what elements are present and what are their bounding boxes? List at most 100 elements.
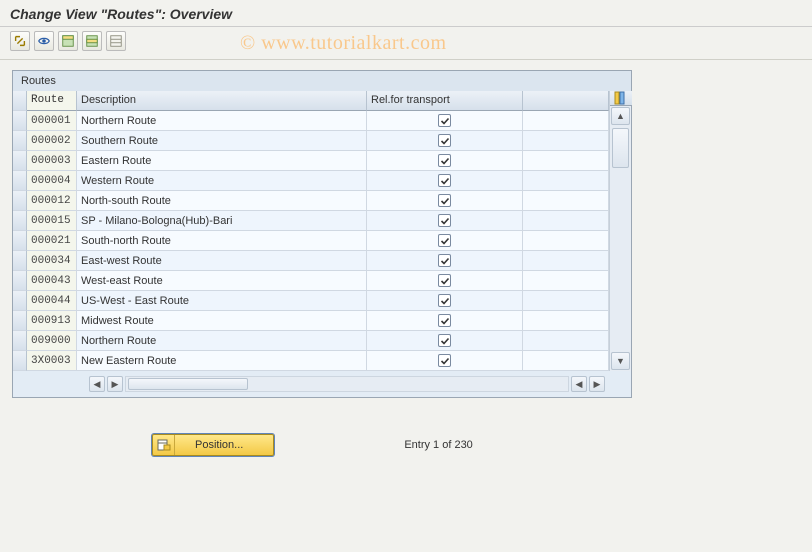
table-row[interactable]: 000021South-north Route [13, 231, 609, 251]
cell-rel-transport[interactable] [367, 131, 523, 151]
col-header-rel-transport[interactable]: Rel.for transport [367, 91, 523, 111]
checkbox-rel-transport[interactable] [438, 174, 451, 187]
cell-route[interactable]: 000913 [27, 311, 77, 331]
row-selector[interactable] [13, 151, 27, 171]
table-row[interactable]: 000002Southern Route [13, 131, 609, 151]
cell-rel-transport[interactable] [367, 291, 523, 311]
scroll-up-icon[interactable]: ▲ [611, 107, 630, 125]
horizontal-scrollbar[interactable]: ◀ ▶ ◀ ▶ [25, 375, 605, 393]
scroll-left-icon[interactable]: ▶ [107, 376, 123, 392]
table-row[interactable]: 000043West-east Route [13, 271, 609, 291]
cell-description[interactable]: North-south Route [77, 191, 367, 211]
table-row[interactable]: 000034East-west Route [13, 251, 609, 271]
row-selector[interactable] [13, 271, 27, 291]
position-button[interactable]: Position... [152, 434, 274, 456]
checkbox-rel-transport[interactable] [438, 134, 451, 147]
row-selector[interactable] [13, 191, 27, 211]
cell-route[interactable]: 000043 [27, 271, 77, 291]
vscroll-track[interactable] [610, 126, 631, 351]
cell-description[interactable]: SP - Milano-Bologna(Hub)-Bari [77, 211, 367, 231]
toolbar-other-view-button[interactable] [10, 31, 30, 51]
cell-description[interactable]: West-east Route [77, 271, 367, 291]
hscroll-thumb[interactable] [128, 378, 248, 390]
checkbox-rel-transport[interactable] [438, 334, 451, 347]
col-header-route[interactable]: Route [27, 91, 77, 111]
cell-rel-transport[interactable] [367, 251, 523, 271]
cell-route[interactable]: 000001 [27, 111, 77, 131]
hscroll-track[interactable] [125, 376, 569, 392]
cell-description[interactable]: Northern Route [77, 331, 367, 351]
checkbox-rel-transport[interactable] [438, 354, 451, 367]
cell-description[interactable]: US-West - East Route [77, 291, 367, 311]
row-selector[interactable] [13, 171, 27, 191]
table-row[interactable]: 000001Northern Route [13, 111, 609, 131]
col-header-description[interactable]: Description [77, 91, 367, 111]
table-row[interactable]: 009000Northern Route [13, 331, 609, 351]
cell-description[interactable]: New Eastern Route [77, 351, 367, 371]
cell-rel-transport[interactable] [367, 171, 523, 191]
scroll-left-fast-icon[interactable]: ◀ [89, 376, 105, 392]
row-selector[interactable] [13, 211, 27, 231]
cell-description[interactable]: Southern Route [77, 131, 367, 151]
cell-description[interactable]: Northern Route [77, 111, 367, 131]
row-selector[interactable] [13, 231, 27, 251]
table-row[interactable]: 000012North-south Route [13, 191, 609, 211]
checkbox-rel-transport[interactable] [438, 254, 451, 267]
cell-rel-transport[interactable] [367, 211, 523, 231]
cell-route[interactable]: 000015 [27, 211, 77, 231]
checkbox-rel-transport[interactable] [438, 214, 451, 227]
row-selector[interactable] [13, 311, 27, 331]
cell-route[interactable]: 009000 [27, 331, 77, 351]
scroll-right-fast-icon[interactable]: ▶ [589, 376, 605, 392]
cell-description[interactable]: Eastern Route [77, 151, 367, 171]
row-selector[interactable] [13, 351, 27, 371]
cell-route[interactable]: 000044 [27, 291, 77, 311]
cell-rel-transport[interactable] [367, 351, 523, 371]
checkbox-rel-transport[interactable] [438, 194, 451, 207]
cell-route[interactable]: 000002 [27, 131, 77, 151]
cell-rel-transport[interactable] [367, 111, 523, 131]
cell-description[interactable]: Midwest Route [77, 311, 367, 331]
cell-route[interactable]: 000004 [27, 171, 77, 191]
table-row[interactable]: 000044US-West - East Route [13, 291, 609, 311]
cell-route[interactable]: 000034 [27, 251, 77, 271]
cell-route[interactable]: 000003 [27, 151, 77, 171]
checkbox-rel-transport[interactable] [438, 114, 451, 127]
cell-route[interactable]: 000021 [27, 231, 77, 251]
toolbar-select-all-button[interactable] [58, 31, 78, 51]
checkbox-rel-transport[interactable] [438, 314, 451, 327]
checkbox-rel-transport[interactable] [438, 294, 451, 307]
scroll-right-icon[interactable]: ◀ [571, 376, 587, 392]
cell-description[interactable]: South-north Route [77, 231, 367, 251]
cell-route[interactable]: 3X0003 [27, 351, 77, 371]
checkbox-rel-transport[interactable] [438, 234, 451, 247]
cell-description[interactable]: Western Route [77, 171, 367, 191]
row-selector[interactable] [13, 131, 27, 151]
toolbar-deselect-all-button[interactable] [106, 31, 126, 51]
cell-rel-transport[interactable] [367, 151, 523, 171]
table-row[interactable]: 000913Midwest Route [13, 311, 609, 331]
cell-rel-transport[interactable] [367, 191, 523, 211]
table-row[interactable]: 000015SP - Milano-Bologna(Hub)-Bari [13, 211, 609, 231]
table-row[interactable]: 3X0003New Eastern Route [13, 351, 609, 371]
row-selector[interactable] [13, 331, 27, 351]
vertical-scrollbar[interactable]: ▲ ▼ [609, 91, 631, 371]
cell-rel-transport[interactable] [367, 311, 523, 331]
cell-route[interactable]: 000012 [27, 191, 77, 211]
cell-rel-transport[interactable] [367, 231, 523, 251]
toolbar-display-change-button[interactable] [34, 31, 54, 51]
table-row[interactable]: 000004Western Route [13, 171, 609, 191]
cell-rel-transport[interactable] [367, 271, 523, 291]
table-row[interactable]: 000003Eastern Route [13, 151, 609, 171]
row-selector[interactable] [13, 291, 27, 311]
row-selector[interactable] [13, 111, 27, 131]
row-selector[interactable] [13, 251, 27, 271]
table-settings-icon[interactable] [610, 91, 632, 106]
cell-rel-transport[interactable] [367, 331, 523, 351]
toolbar-select-block-button[interactable] [82, 31, 102, 51]
checkbox-rel-transport[interactable] [438, 154, 451, 167]
cell-description[interactable]: East-west Route [77, 251, 367, 271]
vscroll-thumb[interactable] [612, 128, 629, 168]
checkbox-rel-transport[interactable] [438, 274, 451, 287]
scroll-down-icon[interactable]: ▼ [611, 352, 630, 370]
